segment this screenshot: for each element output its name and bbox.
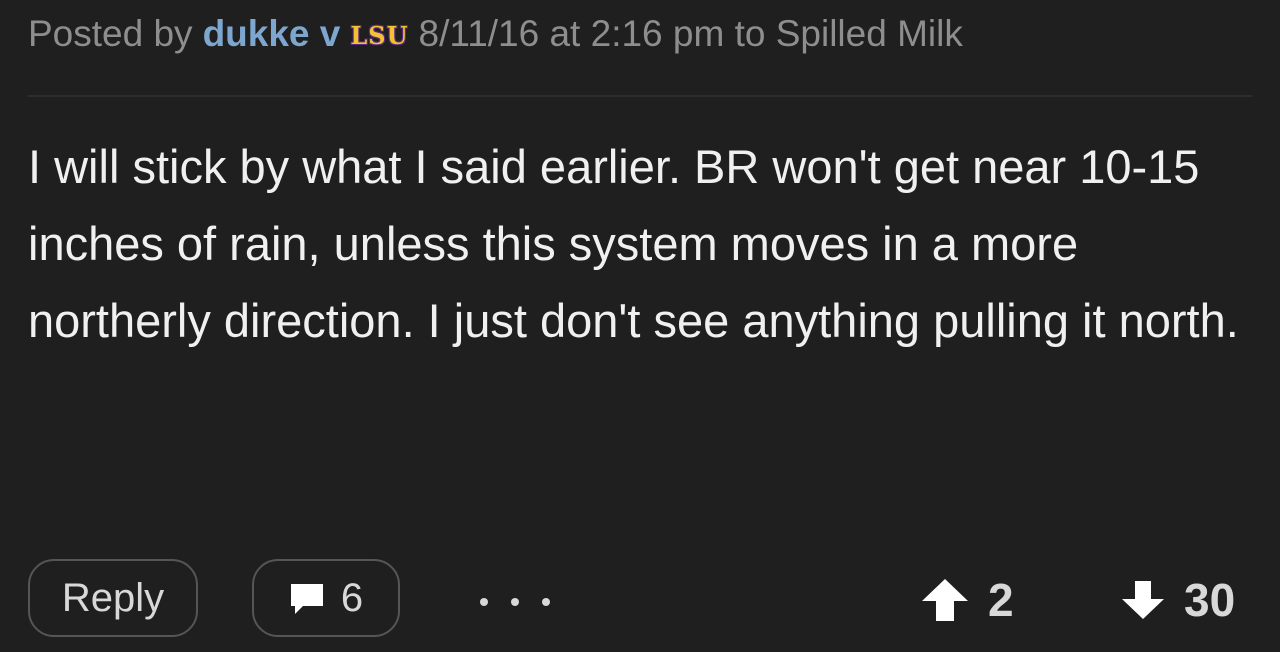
- arrow-down-icon: [1120, 579, 1166, 621]
- downvote-button[interactable]: 30: [1120, 572, 1235, 628]
- arrow-up-icon: [920, 577, 970, 623]
- upvote-count: 2: [988, 574, 1014, 626]
- comment-icon: [289, 581, 325, 615]
- more-icon[interactable]: [480, 590, 550, 614]
- header-divider: [28, 95, 1252, 97]
- post-card: Posted by dukke v LSU 8/11/16 at 2:16 pm…: [0, 0, 1280, 652]
- posted-by-label: Posted by: [28, 13, 193, 54]
- downvote-count: 30: [1184, 574, 1236, 626]
- post-header: Posted by dukke v LSU 8/11/16 at 2:16 pm…: [28, 12, 963, 56]
- author-link[interactable]: dukke v: [203, 13, 341, 55]
- post-body: I will stick by what I said earlier. BR …: [28, 140, 1239, 347]
- post-meta: 8/11/16 at 2:16 pm to Spilled Milk: [418, 13, 963, 54]
- comments-button[interactable]: 6: [252, 559, 400, 637]
- reply-button-label: Reply: [61, 575, 165, 620]
- reply-button[interactable]: Reply: [28, 559, 198, 637]
- upvote-button[interactable]: 2: [920, 572, 1014, 628]
- team-logo: LSU: [350, 21, 409, 50]
- comment-count: 6: [340, 575, 364, 620]
